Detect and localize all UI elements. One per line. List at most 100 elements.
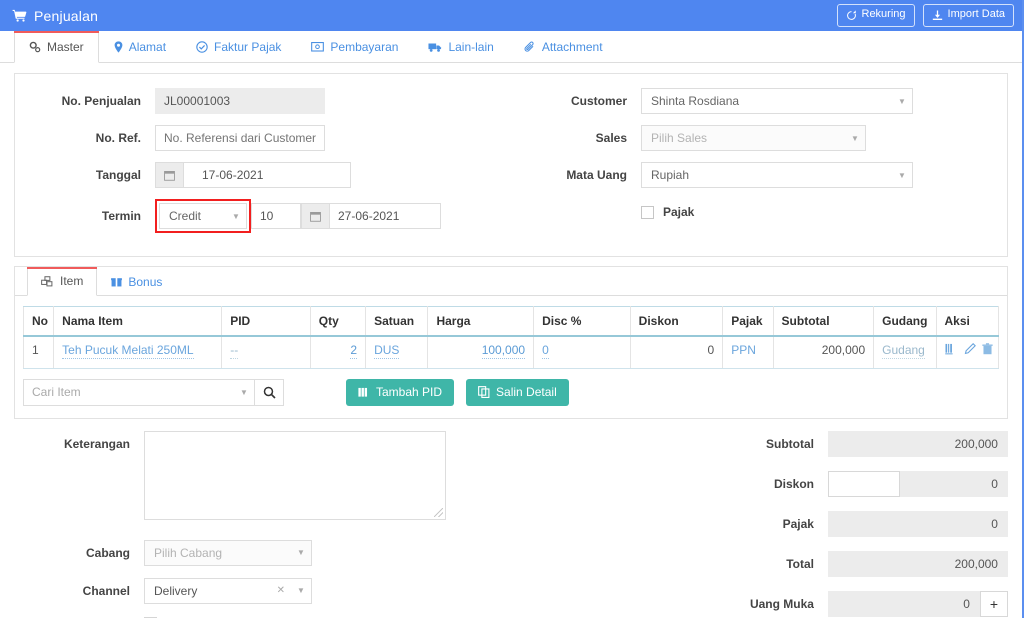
- pajak-total-value: 0: [827, 510, 1008, 537]
- rekuring-button[interactable]: Rekuring: [836, 4, 915, 27]
- mata-uang-select[interactable]: Rupiah ▼: [641, 162, 913, 188]
- col-gudang: Gudang: [873, 306, 937, 337]
- no-ref-input[interactable]: [155, 125, 325, 151]
- total-label: Total: [786, 556, 814, 571]
- tab-faktur-pajak[interactable]: Faktur Pajak: [181, 31, 296, 63]
- cell-harga[interactable]: 100,000: [427, 335, 535, 369]
- channel-select-value: Delivery: [154, 583, 198, 598]
- bottom-left: Keterangan Cabang Pilih Cabang ▼ Channel: [14, 430, 531, 618]
- uang-muka-field: 0 +: [827, 590, 1008, 617]
- no-penjualan-input: JL00001003: [155, 88, 325, 114]
- cell-gudang[interactable]: Gudang: [873, 335, 937, 369]
- tab-lain-lain[interactable]: Lain-lain: [413, 31, 508, 63]
- search-item-select[interactable]: Cari Item ▼: [23, 378, 255, 406]
- barcode-icon[interactable]: [944, 343, 958, 355]
- cell-disc-persen[interactable]: 0: [533, 335, 631, 369]
- pid-link[interactable]: --: [230, 343, 239, 359]
- pajak-checkbox-row[interactable]: Pajak: [641, 205, 694, 219]
- tanggal-input[interactable]: 17-06-2021: [183, 162, 351, 188]
- gudang-link[interactable]: Gudang: [882, 343, 925, 359]
- chevron-down-icon: ▼: [851, 133, 859, 143]
- pajak-total-label: Pajak: [782, 516, 814, 531]
- cell-pid[interactable]: --: [221, 335, 311, 369]
- cell-satuan[interactable]: DUS: [365, 335, 429, 369]
- tab-alamat[interactable]: Alamat: [99, 31, 181, 63]
- pajak-label: Pajak: [663, 205, 695, 219]
- tab-pembayaran[interactable]: Pembayaran: [296, 31, 413, 63]
- salin-detail-button[interactable]: Salin Detail: [466, 378, 569, 406]
- keterangan-textarea[interactable]: [144, 430, 446, 520]
- tambah-pid-label: Tambah PID: [376, 385, 443, 399]
- page-title: Penjualan: [12, 8, 98, 24]
- header-actions: Rekuring Import Data: [836, 4, 1014, 27]
- cell-qty[interactable]: 2: [309, 335, 367, 369]
- field-cabang: Cabang Pilih Cabang ▼: [14, 539, 531, 566]
- paperclip-icon: [524, 41, 536, 53]
- tab-attachment-label: Attachment: [541, 40, 603, 54]
- subtab-bonus-label: Bonus: [128, 274, 163, 289]
- customer-label: Customer: [570, 94, 627, 108]
- disc-persen-link[interactable]: 0: [542, 343, 549, 359]
- uang-muka-add-button[interactable]: +: [979, 590, 1008, 617]
- field-keterangan: Keterangan: [14, 430, 531, 520]
- diskon-field: 0: [827, 470, 1008, 497]
- field-termin: Termin Credit ▼ 10 27-06-2021: [25, 199, 511, 233]
- money-icon: [311, 42, 325, 52]
- chevron-down-icon: ▼: [297, 548, 305, 557]
- subtab-bonus[interactable]: Bonus: [97, 267, 176, 296]
- pencil-icon[interactable]: [964, 343, 976, 355]
- pajak-link[interactable]: PPN: [731, 343, 756, 357]
- cabang-select[interactable]: Pilih Cabang ▼: [144, 539, 312, 566]
- item-name-link[interactable]: Teh Pucuk Melati 250ML: [62, 343, 194, 359]
- master-form-right: Customer Shinta Rosdiana ▼ Sales Pilih S…: [511, 88, 997, 244]
- check-circle-icon: [196, 41, 208, 53]
- tab-lain-lain-label: Lain-lain: [448, 40, 494, 54]
- tab-master-label: Master: [47, 39, 84, 54]
- termin-due-date-input[interactable]: 27-06-2021: [329, 203, 441, 229]
- tab-attachment[interactable]: Attachment: [509, 31, 618, 63]
- refresh-icon: [846, 9, 857, 21]
- customer-select[interactable]: Shinta Rosdiana ▼: [641, 88, 913, 114]
- import-data-label: Import Data: [947, 8, 1005, 21]
- satuan-link[interactable]: DUS: [374, 343, 400, 359]
- tab-master[interactable]: Master: [14, 31, 99, 63]
- harga-link[interactable]: 100,000: [481, 343, 526, 359]
- col-pid: PID: [221, 306, 311, 337]
- items-table: No Nama Item PID Qty Satuan Harga Disc %…: [22, 306, 1000, 369]
- search-button[interactable]: [255, 378, 284, 406]
- no-penjualan-label: No. Penjualan: [61, 94, 141, 108]
- tambah-pid-button[interactable]: Tambah PID: [346, 378, 455, 406]
- map-pin-icon: [114, 41, 123, 53]
- total-row-uang-muka: Uang Muka 0 +: [541, 590, 1008, 617]
- cell-aksi: [935, 335, 1000, 369]
- channel-select[interactable]: Delivery ✕ ▼: [144, 577, 312, 604]
- rekuring-label: Rekuring: [861, 8, 906, 21]
- sales-select[interactable]: Pilih Sales ▼: [641, 125, 866, 151]
- col-harga: Harga: [427, 306, 535, 337]
- termin-calendar-icon[interactable]: [301, 203, 329, 229]
- cell-pajak[interactable]: PPN: [722, 335, 774, 369]
- calendar-icon[interactable]: [155, 162, 183, 188]
- termin-select[interactable]: Credit ▼: [159, 203, 247, 229]
- download-icon: [932, 10, 943, 21]
- uang-muka-value: 0: [963, 596, 970, 611]
- qty-link[interactable]: 2: [350, 343, 358, 359]
- diskon-input[interactable]: [827, 470, 900, 497]
- cell-nama-item[interactable]: Teh Pucuk Melati 250ML: [53, 335, 223, 369]
- total-row-pajak: Pajak 0: [541, 510, 1008, 537]
- subtotal-value: 200,000: [827, 430, 1008, 457]
- import-data-button[interactable]: Import Data: [922, 4, 1014, 27]
- subtotal-label: Subtotal: [765, 436, 814, 451]
- trash-icon[interactable]: [981, 343, 993, 355]
- tab-pembayaran-label: Pembayaran: [330, 40, 399, 54]
- pajak-checkbox[interactable]: [641, 205, 654, 219]
- draft-checkbox-row[interactable]: Draft: [14, 615, 531, 618]
- grid-icon: [358, 387, 370, 398]
- termin-days-input[interactable]: 10: [251, 203, 301, 229]
- subtab-item[interactable]: Item: [27, 267, 98, 296]
- field-no-penjualan: No. Penjualan JL00001003: [25, 88, 511, 114]
- app-header: Penjualan Rekuring Import Data: [0, 0, 1022, 31]
- chevron-down-icon: ▼: [232, 211, 240, 221]
- total-row-diskon: Diskon 0: [541, 470, 1008, 497]
- clear-icon[interactable]: ✕: [277, 585, 291, 596]
